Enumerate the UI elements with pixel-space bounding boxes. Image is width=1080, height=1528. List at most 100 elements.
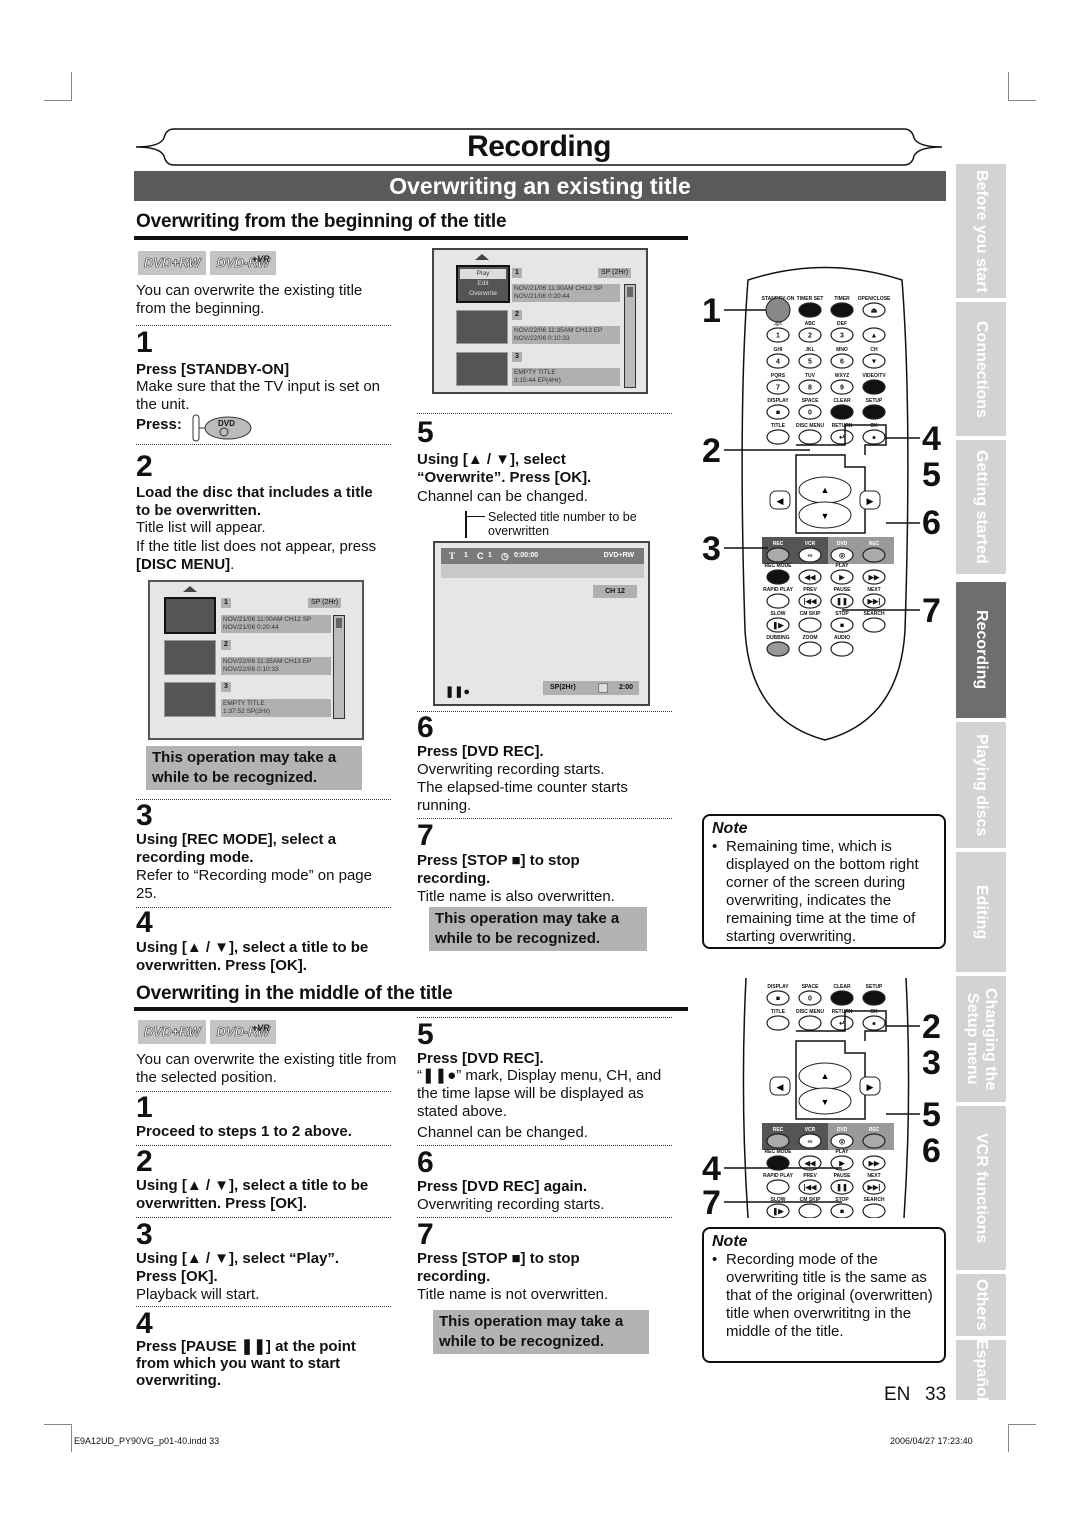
audio-label: AUDIO bbox=[834, 635, 850, 641]
crop-mark bbox=[44, 1424, 72, 1425]
dvd-rec-button[interactable] bbox=[862, 1133, 886, 1149]
title-number: 2 bbox=[221, 640, 231, 650]
dvd-label: DVD bbox=[837, 1127, 848, 1133]
title-thumbnail[interactable] bbox=[164, 640, 216, 675]
vcr-rec-button[interactable] bbox=[766, 1133, 790, 1149]
title-button[interactable] bbox=[766, 429, 790, 445]
side-tab-getting-started[interactable]: Getting started bbox=[956, 440, 1006, 574]
callout-number: 6 bbox=[922, 504, 941, 542]
title-list-screen-with-menu: Play Edit Overwrite 1 SP (2Hr) NOV/21/06… bbox=[432, 248, 648, 394]
menu-item-overwrite[interactable]: Overwrite bbox=[458, 289, 508, 299]
side-tab-playing-discs[interactable]: Playing discs bbox=[956, 722, 1006, 848]
key-0-label: SPACE bbox=[802, 984, 820, 990]
timer-set-button[interactable] bbox=[798, 302, 822, 318]
rec-mode-button[interactable] bbox=[766, 569, 790, 585]
key-0-glyph: 0 bbox=[808, 410, 812, 417]
step-text: Overwriting recording starts. bbox=[417, 1196, 605, 1213]
disc-menu-button[interactable] bbox=[798, 429, 822, 445]
channel-down-glyph: ▼ bbox=[871, 359, 878, 366]
menu-item-edit[interactable]: Edit bbox=[458, 279, 508, 289]
title-thumbnail[interactable] bbox=[164, 597, 216, 634]
standby-on-button[interactable] bbox=[765, 297, 791, 323]
elapsed-time: 0:00:00 bbox=[514, 552, 539, 559]
rewind-glyph: ◀◀ bbox=[804, 1161, 816, 1168]
slow-glyph: ❚▶ bbox=[772, 1208, 784, 1216]
step-instruction: Using [▲ / ▼], select a title to be over… bbox=[136, 1177, 369, 1212]
remaining-time: 2:00 bbox=[618, 684, 633, 691]
callout-number: 3 bbox=[922, 1044, 941, 1082]
side-tab-espa-ol[interactable]: Español bbox=[956, 1339, 1006, 1401]
ok-label: OK bbox=[870, 1009, 878, 1015]
timer-set-label: TIMER SET bbox=[797, 296, 824, 302]
title-number: 1 bbox=[221, 598, 231, 608]
title-label: TITLE bbox=[771, 1009, 786, 1015]
clear-button[interactable] bbox=[830, 990, 854, 1006]
timer-label: TIMER bbox=[834, 296, 850, 302]
dubbing-button[interactable] bbox=[766, 641, 790, 657]
timer-button[interactable] bbox=[830, 302, 854, 318]
zoom-button[interactable] bbox=[798, 641, 822, 657]
side-tab-changing-the-setup-menu[interactable]: Changing the Setup menu bbox=[956, 976, 1006, 1102]
divider bbox=[417, 1217, 672, 1218]
search-button[interactable] bbox=[862, 617, 886, 633]
side-tab-before-you-start[interactable]: Before you start bbox=[956, 164, 1006, 298]
ok-glyph: ● bbox=[872, 1021, 876, 1028]
setup-button[interactable] bbox=[862, 990, 886, 1006]
step-instruction: Press [DVD REC]. bbox=[417, 1050, 544, 1067]
step-number: 4 bbox=[136, 1307, 153, 1340]
left-arrow-icon: ◀ bbox=[777, 496, 784, 506]
search-button[interactable] bbox=[862, 1203, 886, 1219]
cm-skip-button[interactable] bbox=[798, 1203, 822, 1219]
side-tab-others[interactable]: Others bbox=[956, 1274, 1006, 1336]
video-tv-button[interactable] bbox=[862, 379, 886, 395]
scrollbar[interactable] bbox=[624, 284, 636, 388]
rapid-play-label: RAPID PLAY bbox=[763, 1173, 793, 1179]
step-instruction: Using [▲ / ▼], select “Play”. Press [OK]… bbox=[136, 1250, 340, 1285]
menu-item-play[interactable]: Play bbox=[460, 269, 506, 279]
disc-menu-button[interactable] bbox=[798, 1015, 822, 1031]
audio-button[interactable] bbox=[830, 641, 854, 657]
title-thumbnail[interactable] bbox=[164, 682, 216, 717]
dvd-glyph: ◎ bbox=[839, 1139, 845, 1146]
pause-glyph: ❚❚ bbox=[836, 1184, 848, 1192]
side-tab-editing[interactable]: Editing bbox=[956, 852, 1006, 972]
step-instruction: Press [STOP ■] to stop recording. bbox=[417, 1250, 580, 1285]
crop-mark bbox=[1008, 72, 1009, 100]
rapid-play-button[interactable] bbox=[766, 1179, 790, 1195]
setup-label: SETUP bbox=[866, 984, 883, 990]
recording-screen: T 1 C 1 ◷ 0:00:00 DVD+RW CH 12 ❚❚● SP(2H… bbox=[433, 541, 650, 706]
side-tab-recording[interactable]: Recording bbox=[956, 582, 1006, 718]
return-label: RETURN bbox=[832, 423, 853, 429]
key-7-glyph: 7 bbox=[776, 385, 780, 392]
setup-button[interactable] bbox=[862, 404, 886, 420]
scrollbar[interactable] bbox=[333, 615, 345, 719]
clear-button[interactable] bbox=[830, 404, 854, 420]
play-glyph: ▶ bbox=[838, 1161, 845, 1168]
title-button[interactable] bbox=[766, 1015, 790, 1031]
ch-label: CH bbox=[870, 347, 878, 353]
disc-type: DVD+RW bbox=[603, 552, 634, 559]
title-info: NOV/21/06 11:00AM CH12 SP NOV/21/06 0:20:… bbox=[512, 284, 620, 302]
vcr-rec-button[interactable] bbox=[766, 547, 790, 563]
title-number: 2 bbox=[512, 310, 522, 320]
callout-number: 1 bbox=[702, 292, 721, 330]
wait-notice: This operation may take a while to be re… bbox=[146, 746, 362, 790]
note-item: • Remaining time, which is displayed on t… bbox=[712, 838, 919, 945]
rapid-play-button[interactable] bbox=[766, 593, 790, 609]
title-thumbnail[interactable] bbox=[456, 352, 508, 386]
cm-skip-button[interactable] bbox=[798, 617, 822, 633]
clear-label: CLEAR bbox=[833, 398, 851, 404]
dvd-rec-label: REC bbox=[869, 541, 880, 547]
side-tab-vcr-functions[interactable]: VCR functions bbox=[956, 1106, 1006, 1270]
divider bbox=[417, 1145, 672, 1146]
pause-label: PAUSE bbox=[834, 587, 852, 593]
divider bbox=[417, 711, 672, 712]
clear-label: CLEAR bbox=[833, 984, 851, 990]
title-info: NOV/21/06 11:00AM CH12 SP NOV/21/06 0:20:… bbox=[221, 615, 331, 633]
title-thumbnail[interactable] bbox=[456, 310, 508, 344]
play-label: PLAY bbox=[836, 563, 850, 569]
dvd-rec-button[interactable] bbox=[862, 547, 886, 563]
callout-number: 4 bbox=[702, 1150, 721, 1188]
side-tab-connections[interactable]: Connections bbox=[956, 302, 1006, 436]
crop-mark bbox=[1008, 100, 1036, 101]
